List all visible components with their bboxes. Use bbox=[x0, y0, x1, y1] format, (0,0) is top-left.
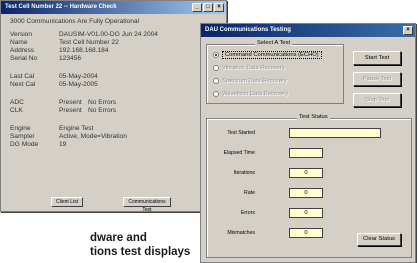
close-button[interactable]: × bbox=[214, 3, 224, 12]
option-label: Waveform Data Recovery bbox=[222, 91, 289, 97]
rate-field: 0 bbox=[289, 188, 323, 198]
status-label: Errors bbox=[240, 210, 255, 216]
option-label: Command Communications (ECHO) bbox=[222, 51, 322, 59]
hardware-check-titlebar: Test Cell Number 22 -- Hardware Check _ … bbox=[1, 1, 226, 14]
option-label: Vibration Data Recovery bbox=[222, 65, 285, 71]
test-option-echo[interactable]: Command Communications (ECHO) bbox=[213, 51, 322, 59]
status-header: 3000 Communications Are Fully Operationa… bbox=[10, 18, 140, 25]
dau-titlebar: DAU Communications Testing × bbox=[201, 24, 415, 37]
status-label: Mismatches bbox=[227, 230, 255, 236]
elapsed-time-field bbox=[289, 148, 323, 158]
test-option-spectrum[interactable]: Spectrum Data Recovery bbox=[213, 78, 287, 84]
window-title: DAU Communications Testing bbox=[205, 27, 291, 33]
test-started-field bbox=[289, 128, 381, 138]
pause-test-button[interactable]: Pause Test bbox=[353, 72, 401, 86]
test-status-group: Test Status Test Started Elapsed Time It… bbox=[206, 114, 412, 258]
window-title: Test Cell Number 22 -- Hardware Check bbox=[5, 4, 117, 10]
start-test-button[interactable]: Start Test bbox=[353, 51, 401, 65]
caption-line: dware and bbox=[90, 232, 147, 244]
client-list-button[interactable]: Client List bbox=[51, 197, 83, 207]
select-test-group: Select A Test Command Communications (EC… bbox=[206, 40, 344, 104]
radio-icon[interactable] bbox=[213, 65, 219, 71]
close-button[interactable]: × bbox=[403, 26, 413, 35]
radio-icon[interactable] bbox=[213, 78, 219, 84]
radio-icon[interactable] bbox=[213, 91, 219, 97]
caption-line: tions test displays bbox=[90, 246, 191, 258]
test-option-waveform[interactable]: Waveform Data Recovery bbox=[213, 91, 288, 97]
maximize-button[interactable]: □ bbox=[203, 3, 213, 12]
iterations-field: 0 bbox=[289, 168, 323, 178]
status-label: Iterations bbox=[233, 170, 255, 176]
dau-communications-window: DAU Communications Testing × Select A Te… bbox=[200, 23, 416, 263]
mismatches-field: 0 bbox=[289, 228, 323, 238]
communications-test-button[interactable]: Communications Test bbox=[123, 197, 171, 213]
group-label: Test Status bbox=[297, 114, 330, 120]
option-label: Spectrum Data Recovery bbox=[222, 78, 287, 84]
errors-field: 0 bbox=[289, 208, 323, 218]
status-label: Elapsed Time bbox=[223, 150, 255, 156]
hardware-check-window: Test Cell Number 22 -- Hardware Check _ … bbox=[0, 0, 227, 213]
test-option-vibration[interactable]: Vibration Data Recovery bbox=[213, 65, 285, 71]
minimize-button[interactable]: _ bbox=[192, 3, 202, 12]
radio-icon[interactable] bbox=[213, 52, 219, 58]
clear-status-button[interactable]: Clear Status bbox=[357, 233, 401, 246]
status-label: Rate bbox=[244, 190, 255, 196]
stop-test-button[interactable]: Stop Test bbox=[353, 93, 401, 107]
caption: dware and tions test displays bbox=[90, 231, 190, 259]
group-label: Select A Test bbox=[255, 40, 293, 46]
status-label: Test Started bbox=[227, 130, 255, 136]
